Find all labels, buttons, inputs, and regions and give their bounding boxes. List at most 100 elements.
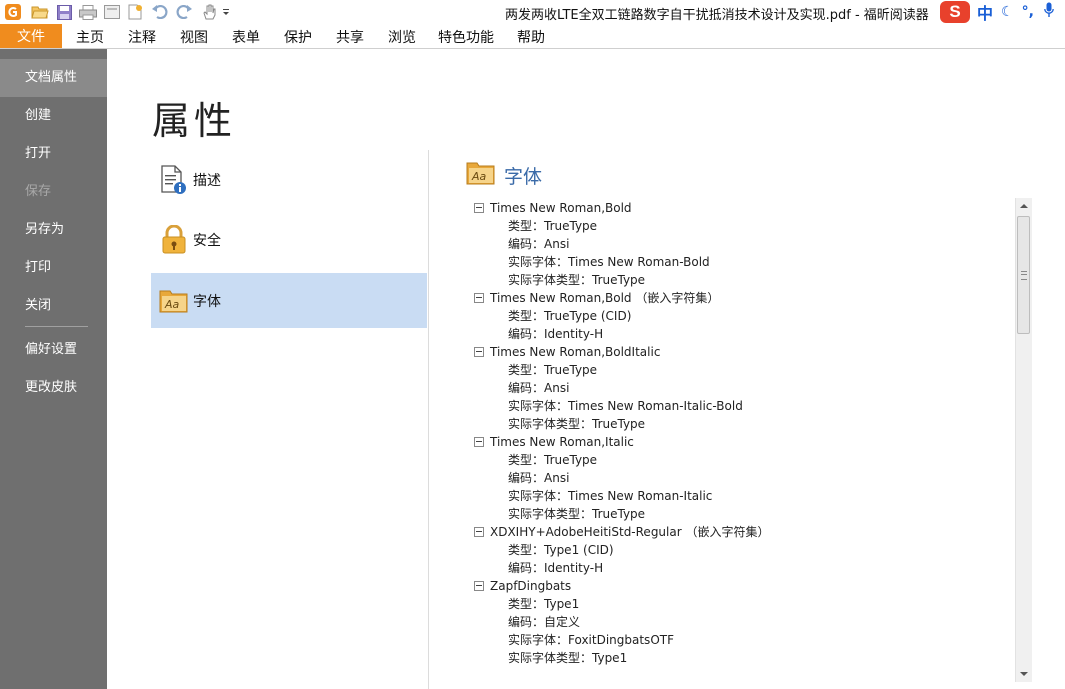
- moon-icon[interactable]: ☾: [1001, 4, 1014, 20]
- font-node: Times New Roman,Italic 类型：TrueType 编码：Ansi…: [472, 433, 1012, 523]
- menu-share[interactable]: 共享: [336, 27, 364, 47]
- collapse-toggle-icon[interactable]: [474, 527, 484, 537]
- font-property: 实际字体类型：TrueType: [508, 273, 646, 287]
- sidebar-divider: [25, 326, 88, 327]
- font-property: 编码：Ansi: [508, 471, 570, 485]
- section-title: 字体: [504, 165, 543, 188]
- collapse-toggle-icon[interactable]: [474, 581, 484, 591]
- font-property: 类型：Type1: [508, 597, 580, 611]
- font-name-row[interactable]: Times New Roman,Bold: [472, 199, 1012, 217]
- font-name-row[interactable]: Times New Roman,Italic: [472, 433, 1012, 451]
- font-property: 实际字体类型：TrueType: [508, 507, 646, 521]
- menu-protect[interactable]: 保护: [284, 27, 312, 47]
- sidebar-item-change-skin[interactable]: 更改皮肤: [0, 369, 107, 407]
- tab-description[interactable]: 描述: [151, 152, 427, 207]
- font-node: ZapfDingbats 类型：Type1 编码：自定义实际字体：FoxitDing…: [472, 577, 1012, 667]
- font-name: Times New Roman,Bold （嵌入字符集）: [490, 291, 720, 305]
- font-node: Times New Roman,BoldItalic 类型：TrueType 编码：…: [472, 343, 1012, 433]
- undo-icon[interactable]: [150, 3, 170, 21]
- section-header: Aa 字体: [466, 160, 542, 190]
- print-icon[interactable]: [78, 3, 98, 21]
- redo-icon[interactable]: [174, 3, 194, 21]
- menu-bar: 文件 主页 注释 视图 表单 保护 共享 浏览 特色功能 帮助: [0, 24, 1065, 49]
- font-folder-icon: Aa: [466, 160, 496, 190]
- ime-mode-indicator[interactable]: 中: [977, 0, 993, 24]
- font-property: 编码：Identity-H: [508, 561, 604, 575]
- font-property: 类型：TrueType: [508, 453, 598, 467]
- font-name: XDXIHY+AdobeHeitiStd-Regular （嵌入字符集）: [490, 525, 770, 539]
- collapse-toggle-icon[interactable]: [474, 293, 484, 303]
- save-icon[interactable]: [55, 3, 73, 21]
- font-name-row[interactable]: Times New Roman,BoldItalic: [472, 343, 1012, 361]
- sidebar-item-preferences[interactable]: 偏好设置: [0, 331, 107, 369]
- font-property: 编码：Identity-H: [508, 327, 604, 341]
- scan-icon[interactable]: [103, 3, 121, 21]
- collapse-toggle-icon[interactable]: [474, 347, 484, 357]
- menu-help[interactable]: 帮助: [517, 27, 545, 47]
- font-property: 实际字体：FoxitDingbatsOTF: [508, 633, 674, 647]
- sidebar-item-save: 保存: [25, 184, 52, 199]
- new-document-icon[interactable]: [126, 3, 144, 21]
- menu-form[interactable]: 表单: [232, 27, 260, 47]
- font-folder-icon: Aa: [159, 286, 189, 316]
- font-node: Times New Roman,Bold （嵌入字符集） 类型：TrueType …: [472, 289, 1012, 343]
- sidebar-item-save-as[interactable]: 另存为: [0, 211, 107, 249]
- collapse-toggle-icon[interactable]: [474, 437, 484, 447]
- tab-description-label: 描述: [193, 172, 221, 189]
- open-folder-icon[interactable]: [30, 3, 50, 21]
- svg-text:Aa: Aa: [164, 298, 180, 311]
- customize-dropdown-icon[interactable]: [220, 3, 232, 21]
- font-node: XDXIHY+AdobeHeitiStd-Regular （嵌入字符集） 类型：T…: [472, 523, 1012, 577]
- ime-toolbar[interactable]: S 中 ☾ °,: [940, 0, 1065, 24]
- font-name: ZapfDingbats: [490, 579, 572, 593]
- app-logo-icon[interactable]: [4, 3, 22, 21]
- file-backstage-sidebar: 文档属性 创建 打开 保存 另存为 打印 关闭 偏好设置 更改皮肤: [0, 49, 107, 689]
- menu-home[interactable]: 主页: [76, 27, 104, 47]
- menu-features[interactable]: 特色功能: [438, 27, 494, 47]
- sidebar-item-print[interactable]: 打印: [0, 249, 107, 287]
- collapse-toggle-icon[interactable]: [474, 203, 484, 213]
- scroll-up-arrow-icon[interactable]: [1016, 198, 1032, 214]
- tab-security-label: 安全: [193, 232, 221, 249]
- panel-divider: [428, 150, 429, 689]
- padlock-icon: [159, 224, 189, 255]
- font-property: 编码：Ansi: [508, 237, 570, 251]
- vertical-scrollbar[interactable]: [1015, 198, 1032, 682]
- tab-fonts[interactable]: Aa 字体: [151, 273, 427, 328]
- title-bar: 两发两收LTE全双工链路数字自干扰抵消技术设计及实现.pdf - 福昕阅读器 S…: [0, 0, 1065, 24]
- microphone-icon[interactable]: [1044, 2, 1054, 22]
- window-title: 两发两收LTE全双工链路数字自干扰抵消技术设计及实现.pdf - 福昕阅读器: [505, 8, 929, 23]
- scrollbar-thumb[interactable]: [1017, 216, 1030, 334]
- font-name-row[interactable]: Times New Roman,Bold （嵌入字符集）: [472, 289, 1012, 307]
- font-name-row[interactable]: ZapfDingbats: [472, 577, 1012, 595]
- font-property: 类型：TrueType: [508, 219, 598, 233]
- font-property: 实际字体：Times New Roman-Italic: [508, 489, 713, 503]
- sidebar-item-open[interactable]: 打开: [0, 135, 107, 173]
- menu-view[interactable]: 视图: [180, 27, 208, 47]
- font-property: 实际字体类型：TrueType: [508, 417, 646, 431]
- svg-text:Aa: Aa: [471, 170, 487, 183]
- font-property: 编码：自定义: [508, 615, 581, 629]
- font-property: 类型：TrueType (CID): [508, 309, 632, 323]
- grip-icon: [1020, 270, 1027, 280]
- menu-file[interactable]: 文件: [0, 24, 62, 48]
- punctuation-icon[interactable]: °,: [1022, 4, 1034, 20]
- page-title: 属性: [152, 99, 237, 143]
- scroll-down-arrow-icon[interactable]: [1016, 666, 1032, 682]
- hand-tool-icon[interactable]: [199, 3, 219, 21]
- font-property: 实际字体类型：Type1: [508, 651, 628, 665]
- document-info-icon: [159, 164, 189, 195]
- font-property: 类型：Type1 (CID): [508, 543, 614, 557]
- font-name-row[interactable]: XDXIHY+AdobeHeitiStd-Regular （嵌入字符集）: [472, 523, 1012, 541]
- font-node: Times New Roman,Bold 类型：TrueType 编码：Ansi 实际…: [472, 199, 1012, 289]
- font-property: 实际字体：Times New Roman-Bold: [508, 255, 710, 269]
- sidebar-item-close[interactable]: 关闭: [0, 287, 107, 325]
- tab-security[interactable]: 安全: [151, 212, 427, 267]
- sogou-logo-icon[interactable]: S: [940, 1, 970, 23]
- font-property: 实际字体：Times New Roman-Italic-Bold: [508, 399, 743, 413]
- sidebar-item-create[interactable]: 创建: [0, 97, 107, 135]
- menu-browse[interactable]: 浏览: [388, 27, 416, 47]
- menu-comment[interactable]: 注释: [128, 27, 156, 47]
- sidebar-item-document-properties[interactable]: 文档属性: [0, 59, 107, 97]
- tab-fonts-label: 字体: [193, 293, 221, 310]
